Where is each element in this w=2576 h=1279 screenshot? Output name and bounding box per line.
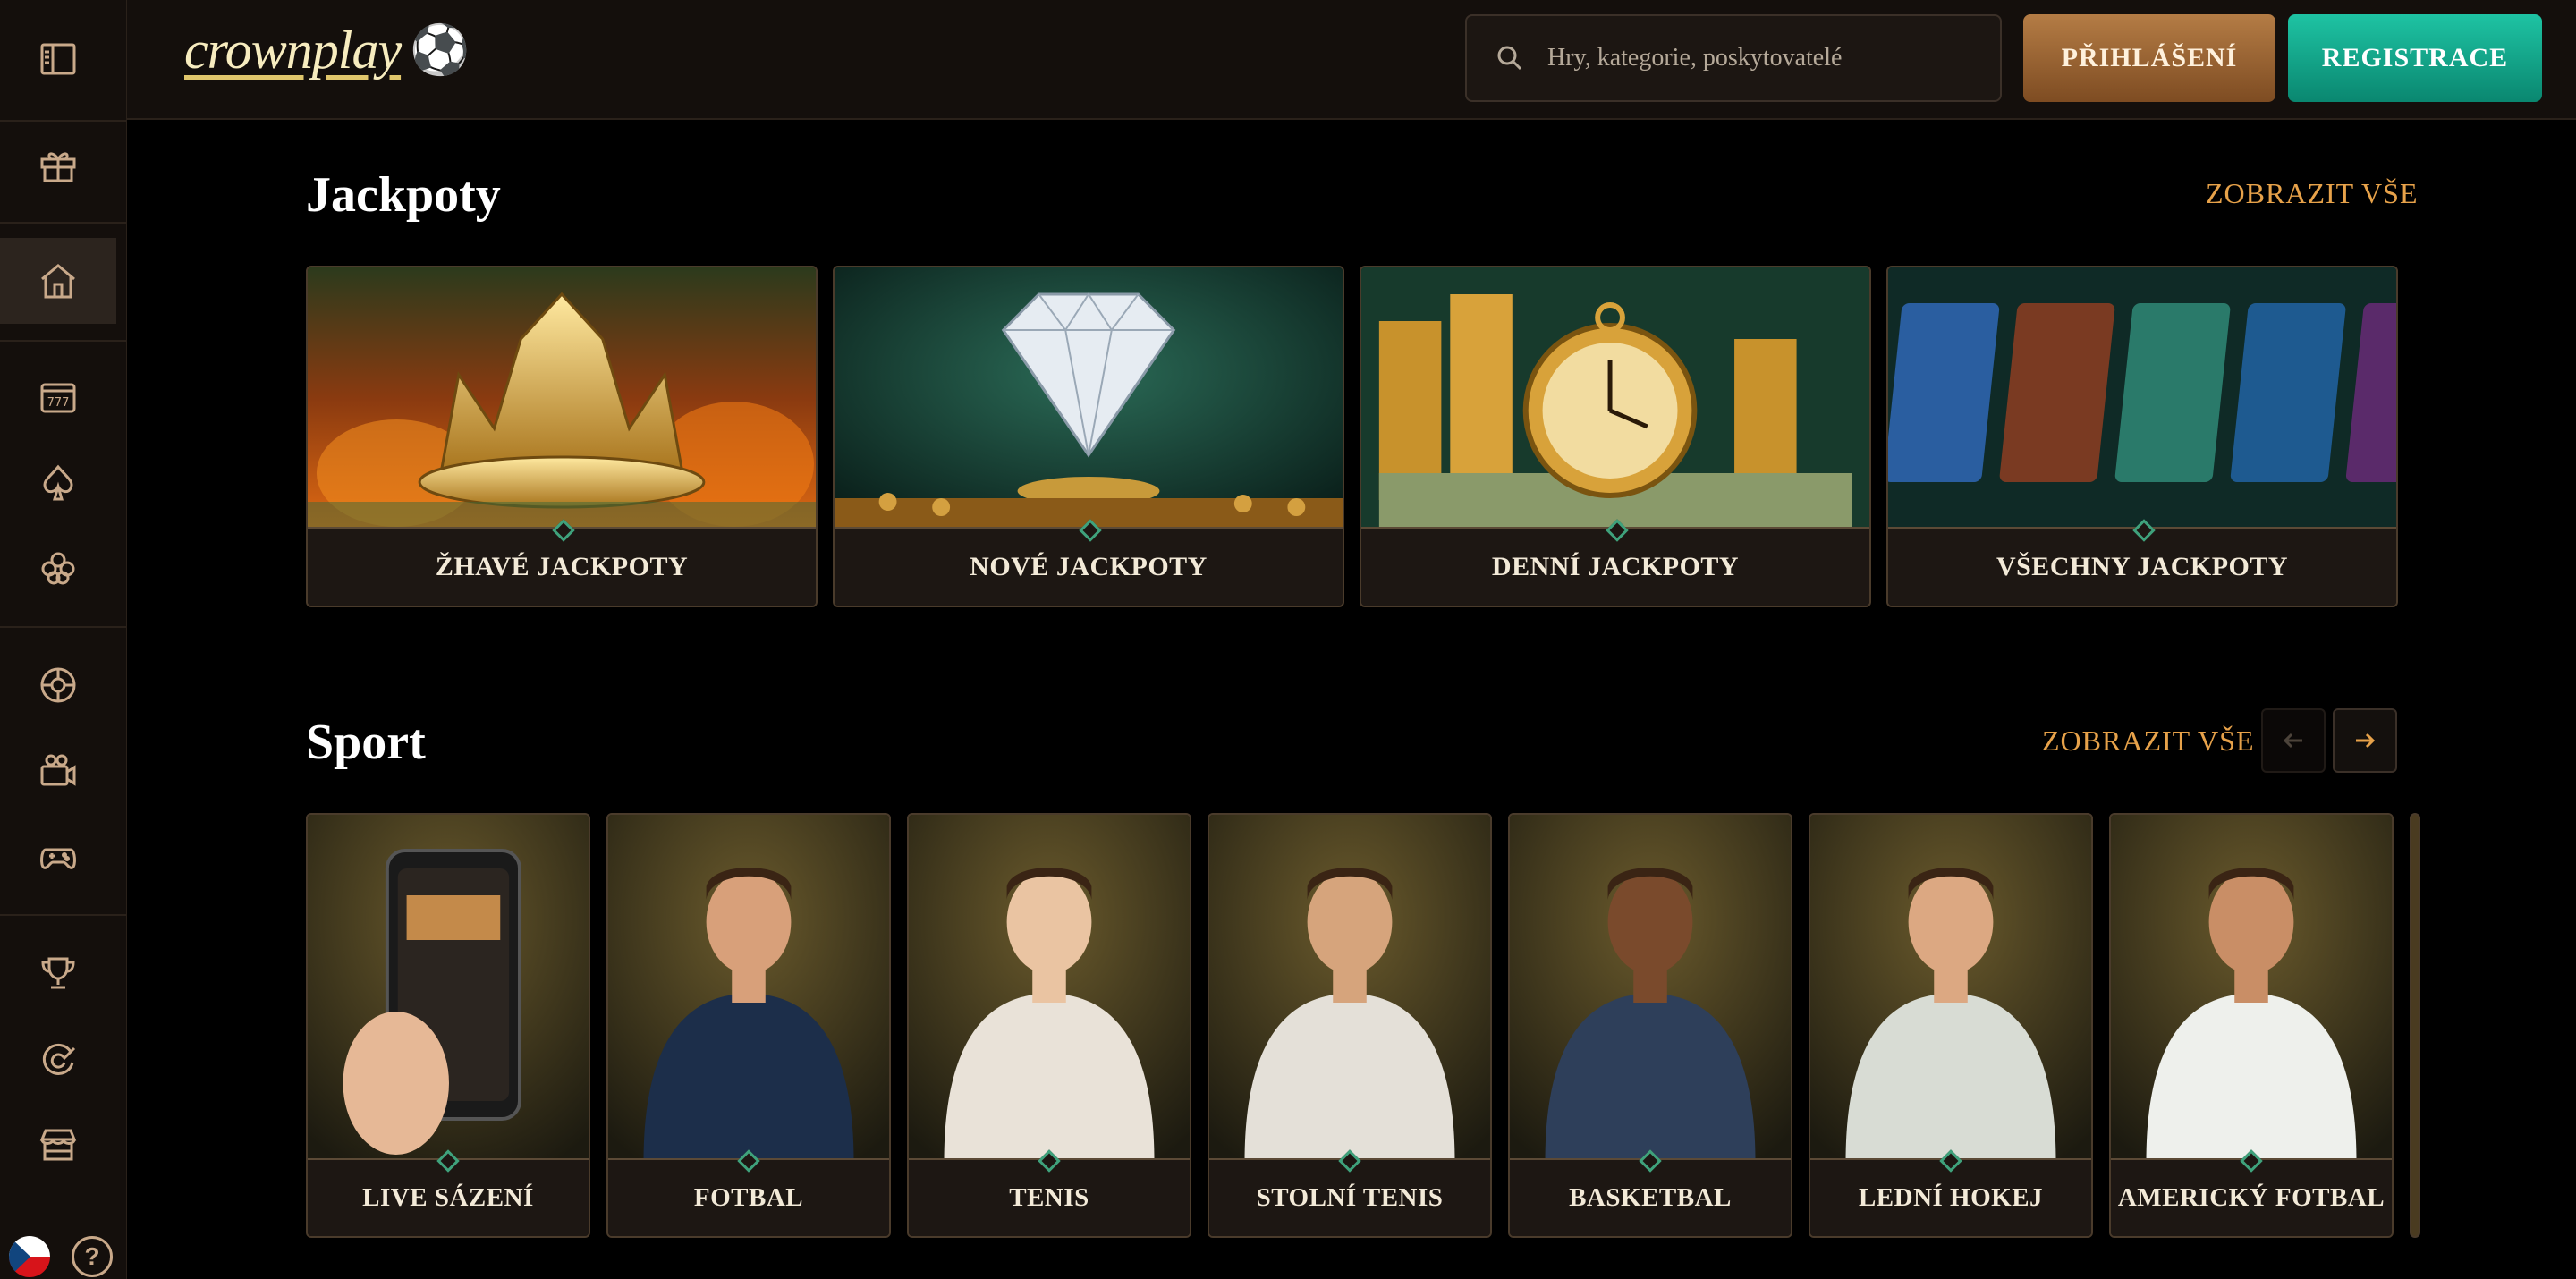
soccer-ball-icon: ⚽ [410,23,470,77]
gold-watch-image [1361,267,1869,530]
american-football-player-image [2111,815,2392,1162]
arrow-left-icon [2283,733,2302,749]
slot-machine-icon: 777 [40,383,76,413]
sidebar-item-tournaments[interactable] [0,930,116,1016]
sport-card-tennis[interactable]: TENIS [907,813,1191,1238]
help-icon[interactable]: ? [72,1236,113,1277]
table-tennis-player-image [1209,815,1490,1162]
sport-card-american-football[interactable]: AMERICKÝ FOTBAL [2109,813,2394,1238]
svg-text:777: 777 [47,396,70,410]
sidebar-divider [0,626,127,628]
register-button-label: REGISTRACE [2321,43,2509,72]
sidebar-toggle-icon [40,43,76,75]
sport-card-live-betting[interactable]: LIVE SÁZENÍ [306,813,590,1238]
jackpots-title: Jackpoty [306,167,501,223]
sidebar-item-slots[interactable]: 777 [0,354,116,440]
brand-logo[interactable]: crownplay ⚽ [184,20,470,81]
arrow-right-icon [2356,733,2376,749]
top-header: crownplay ⚽ PŘIHLÁŠENÍ REGISTRACE [127,0,2576,120]
tennis-player-image [909,815,1190,1162]
diamond-image [835,267,1343,530]
gift-icon [40,152,76,182]
sport-title: Sport [306,715,426,770]
jackpot-card-daily[interactable]: DENNÍ JACKPOTY [1360,266,1871,607]
sidebar: 777 ? [0,0,127,1279]
live-camera-icon [40,754,76,786]
sport-card-ice-hockey[interactable]: LEDNÍ HOKEJ [1809,813,2093,1238]
sidebar-item-bonuses[interactable] [0,122,116,208]
sport-show-all-link[interactable]: ZOBRAZIT VŠE [2042,724,2255,758]
sidebar-item-live-casino[interactable] [0,728,116,814]
login-button-label: PŘIHLÁŠENÍ [2061,43,2238,72]
search-input[interactable] [1547,44,1995,72]
sidebar-item-card-games[interactable] [0,440,116,526]
sidebar-item-home[interactable] [0,238,116,324]
sidebar-divider [0,222,127,224]
sport-card-next-partial[interactable] [2410,813,2420,1238]
sport-card-football[interactable]: FOTBAL [606,813,891,1238]
hockey-player-image [1810,815,2091,1162]
football-player-image [608,815,889,1162]
sidebar-item-lucky[interactable] [0,526,116,612]
spade-icon [43,464,73,501]
basketball-player-image [1510,815,1791,1162]
gamepad-icon [40,848,76,869]
jackpot-card-new[interactable]: NOVÉ JACKPOTY [833,266,1344,607]
login-button[interactable]: PŘIHLÁŠENÍ [2023,14,2275,102]
jackpots-show-all-link[interactable]: ZOBRAZIT VŠE [2206,177,2419,210]
game-tiles-image [1888,267,2396,530]
jackpot-card-all[interactable]: VŠECHNY JACKPOTY [1886,266,2398,607]
sidebar-divider [0,340,127,342]
carousel-next-button[interactable] [2333,708,2397,773]
crown-fire-image [308,267,816,530]
sport-card-table-tennis[interactable]: STOLNÍ TENIS [1208,813,1492,1238]
phone-hand-image [308,815,589,1162]
promotions-icon [42,1043,76,1075]
sidebar-item-games[interactable] [0,814,116,900]
sport-card-basketball[interactable]: BASKETBAL [1508,813,1792,1238]
jackpot-card-hot[interactable]: ŽHAVÉ JACKPOTY [306,266,818,607]
clover-icon [41,552,75,585]
sidebar-item-shop[interactable] [0,1102,116,1188]
search-icon [1497,46,1522,71]
register-button[interactable]: REGISTRACE [2288,14,2542,102]
sidebar-toggle-button[interactable] [0,16,116,102]
sidebar-item-promotions[interactable] [0,1016,116,1102]
sidebar-divider [0,914,127,916]
logo-text: crownplay [184,21,402,80]
sidebar-item-roulette[interactable] [0,642,116,728]
shop-icon [39,1129,77,1161]
home-icon [41,264,75,299]
trophy-icon [41,957,75,989]
sports-ball-icon [40,667,76,703]
carousel-prev-button[interactable] [2261,708,2326,773]
language-flag-icon[interactable] [9,1236,50,1277]
search-bar[interactable] [1465,14,2002,102]
